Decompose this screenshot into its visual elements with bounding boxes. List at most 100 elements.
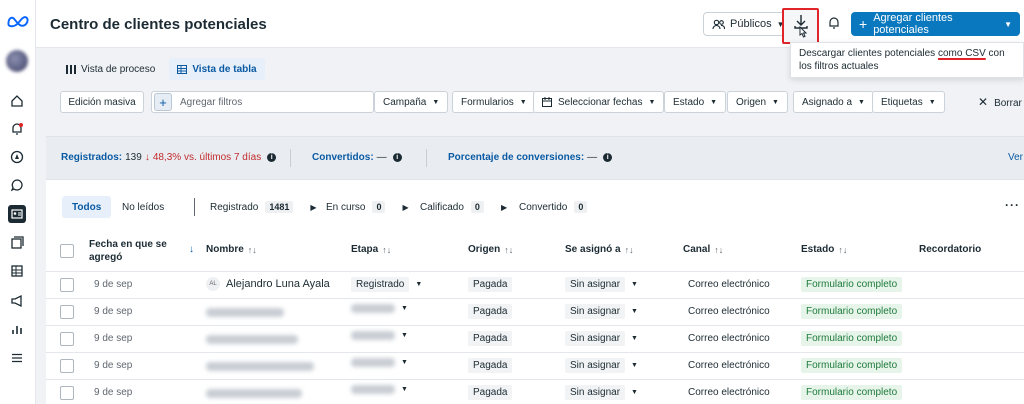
tab-unread[interactable]: No leídos — [122, 196, 164, 218]
tab-stage-qualified[interactable]: Calificado 0 ▶ — [420, 196, 507, 218]
row-assigned-dropdown[interactable]: Sin asignar ▼ — [565, 304, 638, 319]
info-icon[interactable]: i — [267, 153, 277, 162]
row-checkbox[interactable] — [60, 305, 74, 319]
row-origin: Pagada — [468, 304, 513, 319]
row-checkbox[interactable] — [60, 278, 74, 292]
row-stage-dropdown[interactable]: Registrado ▼ — [351, 277, 422, 292]
stage-label: Calificado — [420, 201, 464, 213]
filter-assigned[interactable]: Asignado a ▼ — [793, 91, 874, 113]
view-more-link[interactable]: Ver — [1008, 152, 1023, 163]
row-name[interactable] — [206, 389, 302, 398]
column-status[interactable]: Estado ↑↓ — [801, 244, 847, 255]
table-icon[interactable] — [8, 262, 26, 280]
info-icon[interactable]: i — [392, 153, 402, 162]
row-checkbox[interactable] — [60, 386, 74, 400]
status-value: Formulario completo — [801, 304, 903, 319]
compass-icon[interactable] — [8, 148, 26, 166]
column-name[interactable]: Nombre ↑↓ — [206, 244, 257, 255]
row-assigned-dropdown[interactable]: Sin asignar ▼ — [565, 331, 638, 346]
row-stage-dropdown[interactable]: ▼ — [351, 331, 408, 340]
bulk-edit-button[interactable]: Edición masiva — [60, 91, 144, 113]
account-avatar[interactable] — [6, 50, 28, 72]
table-row[interactable]: 9 de sep ▼ Pagada Sin asignar ▼ Correo el… — [46, 353, 1024, 380]
table-row[interactable]: 9 de sep AL Alejandro Luna Ayala Registr… — [46, 272, 1024, 299]
add-filters-input[interactable]: + Agregar filtros — [151, 91, 374, 113]
table-row[interactable]: 9 de sep ▼ Pagada Sin asignar ▼ Correo el… — [46, 380, 1024, 404]
column-origin[interactable]: Origen ↑↓ — [468, 244, 513, 255]
redacted-stage — [351, 331, 395, 340]
row-stage-dropdown[interactable]: ▼ — [351, 304, 408, 313]
tab-stage-converted[interactable]: Convertido 0 — [519, 196, 588, 218]
filter-forms[interactable]: Formularios ▼ — [452, 91, 536, 113]
tab-pipeline-view[interactable]: Vista de proceso — [58, 58, 163, 80]
sort-desc-icon[interactable]: ↓ — [189, 244, 194, 255]
row-name[interactable] — [206, 308, 284, 317]
home-icon[interactable] — [8, 92, 26, 110]
filter-dates[interactable]: Seleccionar fechas ▼ — [533, 91, 665, 113]
tab-stage-registered[interactable]: Registrado 1481 ▶ — [210, 196, 317, 218]
channel-value: Correo electrónico — [683, 304, 775, 319]
origin-value: Pagada — [468, 385, 513, 400]
table-row[interactable]: 9 de sep ▼ Pagada Sin asignar ▼ Correo el… — [46, 299, 1024, 326]
notifications-icon[interactable] — [8, 120, 26, 138]
column-channel[interactable]: Canal ↑↓ — [683, 244, 723, 255]
assigned-value: Sin asignar — [565, 358, 626, 373]
select-all-checkbox[interactable] — [60, 244, 74, 258]
sort-icon: ↑↓ — [247, 244, 257, 255]
row-checkbox[interactable] — [60, 332, 74, 346]
row-name[interactable]: AL Alejandro Luna Ayala — [206, 277, 330, 291]
row-status: Formulario completo — [801, 331, 903, 346]
column-stage[interactable]: Etapa ↑↓ — [351, 244, 391, 255]
filter-origin[interactable]: Origen ▼ — [727, 91, 788, 113]
assigned-value: Sin asignar — [565, 385, 626, 400]
stat-conversion-rate: Porcentaje de conversiones: — i — [448, 152, 613, 163]
analytics-icon[interactable] — [8, 320, 26, 338]
table-row[interactable]: 9 de sep ▼ Pagada Sin asignar ▼ Correo el… — [46, 326, 1024, 353]
download-csv-button[interactable] — [782, 8, 819, 44]
redacted-name — [206, 308, 284, 317]
megaphone-icon[interactable] — [8, 292, 26, 310]
clear-filters-button[interactable]: ✕ Borrar filtros — [978, 95, 1024, 109]
audiences-dropdown[interactable]: Públicos ▼ — [703, 12, 794, 36]
row-checkbox[interactable] — [60, 359, 74, 373]
row-stage-dropdown[interactable]: ▼ — [351, 358, 408, 367]
add-filters-placeholder: Agregar filtros — [180, 96, 243, 108]
chevron-down-icon: ▼ — [710, 98, 718, 106]
filter-status[interactable]: Estado ▼ — [664, 91, 727, 113]
column-date[interactable]: Fecha en que se agregó — [89, 238, 195, 264]
tab-all[interactable]: Todos — [62, 196, 112, 218]
row-status: Formulario completo — [801, 358, 903, 373]
add-leads-button[interactable]: + Agregar clientes potenciales ▼ — [851, 12, 1020, 36]
chevron-down-icon[interactable]: ▼ — [1004, 20, 1012, 29]
filter-tags[interactable]: Etiquetas ▼ — [872, 91, 945, 113]
menu-icon[interactable] — [8, 349, 26, 367]
meta-logo-icon[interactable] — [6, 14, 30, 28]
tab-table-view[interactable]: Vista de tabla — [169, 58, 265, 80]
filter-assigned-label: Asignado a — [802, 96, 853, 108]
download-icon — [793, 15, 808, 38]
bell-icon[interactable] — [828, 16, 840, 33]
stage-value: Registrado — [351, 277, 410, 292]
row-assigned-dropdown[interactable]: Sin asignar ▼ — [565, 277, 638, 292]
column-reminder[interactable]: Recordatorio — [919, 244, 981, 255]
page-header: Centro de clientes potenciales Públicos … — [36, 0, 1024, 48]
leads-center-icon[interactable] — [8, 205, 26, 223]
assigned-value: Sin asignar — [565, 277, 626, 292]
download-tooltip: Descargar clientes potenciales como CSV … — [790, 42, 1024, 78]
column-assigned-label: Se asignó a — [565, 244, 621, 255]
chat-icon[interactable] — [8, 176, 26, 194]
layers-icon[interactable] — [8, 234, 26, 252]
row-name[interactable] — [206, 362, 314, 371]
filter-campaign[interactable]: Campaña ▼ — [374, 91, 449, 113]
row-assigned-dropdown[interactable]: Sin asignar ▼ — [565, 358, 638, 373]
tab-table-label: Vista de tabla — [192, 63, 257, 75]
more-options-icon[interactable]: ··· — [1005, 198, 1020, 212]
row-name[interactable] — [206, 335, 298, 344]
row-stage-dropdown[interactable]: ▼ — [351, 385, 408, 394]
row-assigned-dropdown[interactable]: Sin asignar ▼ — [565, 385, 638, 400]
table-icon — [177, 64, 188, 74]
info-icon[interactable]: i — [603, 153, 613, 162]
tab-stage-in-progress[interactable]: En curso 0 ▶ — [326, 196, 409, 218]
row-channel: Correo electrónico — [683, 304, 775, 319]
column-assigned[interactable]: Se asignó a ↑↓ — [565, 244, 634, 255]
